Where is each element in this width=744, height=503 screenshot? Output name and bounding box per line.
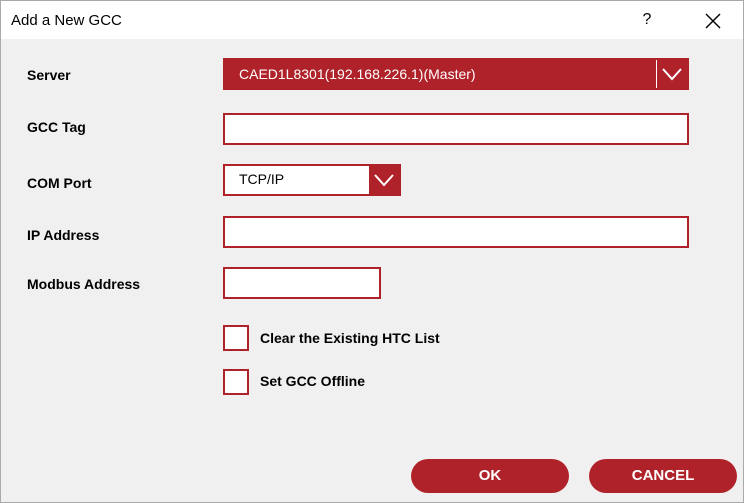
set-gcc-offline-label[interactable]: Set GCC Offline [260,373,365,389]
add-gcc-dialog: Add a New GCC ? Server CAED1L8301(192.16… [0,0,744,503]
server-selected-value: CAED1L8301(192.168.226.1)(Master) [239,66,476,82]
help-button[interactable]: ? [637,10,657,30]
chevron-down-icon [374,174,394,187]
com-port-dropdown-button[interactable] [368,166,399,194]
clear-htc-list-checkbox[interactable] [223,325,249,351]
gcc-tag-label: GCC Tag [27,119,86,135]
modbus-address-input[interactable] [223,267,381,299]
server-select[interactable]: CAED1L8301(192.168.226.1)(Master) [223,58,689,90]
com-port-select[interactable]: TCP/IP [223,164,401,196]
title-bar: Add a New GCC ? [1,1,743,39]
gcc-tag-input[interactable] [223,113,689,145]
set-gcc-offline-checkbox[interactable] [223,369,249,395]
chevron-down-icon [662,68,682,81]
com-port-selected-value: TCP/IP [239,171,285,187]
cancel-button[interactable]: CANCEL [589,459,737,493]
com-port-label: COM Port [27,175,92,191]
server-label: Server [27,67,71,83]
ip-address-label: IP Address [27,227,100,243]
close-button[interactable] [701,9,725,33]
close-icon [705,13,721,29]
server-dropdown-button[interactable] [656,60,687,88]
ip-address-input[interactable] [223,216,689,248]
ok-button[interactable]: OK [411,459,569,493]
modbus-address-label: Modbus Address [27,276,141,292]
dialog-title: Add a New GCC [11,12,122,29]
clear-htc-list-label[interactable]: Clear the Existing HTC List [260,330,440,346]
